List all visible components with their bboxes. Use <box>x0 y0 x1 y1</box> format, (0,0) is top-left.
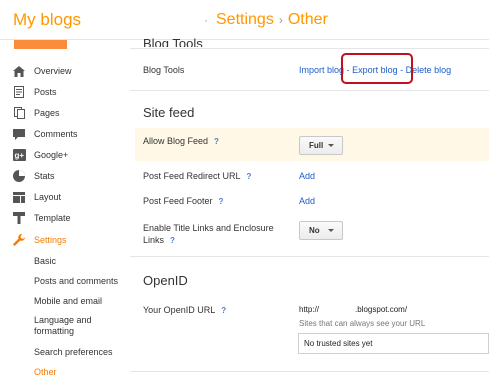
openid-url-text: Your OpenID URL <box>143 305 216 315</box>
feed-footer-add-link[interactable]: Add <box>299 196 315 206</box>
help-icon[interactable]: ? <box>170 236 175 245</box>
svg-text:g+: g+ <box>14 151 24 160</box>
divider <box>130 48 489 49</box>
feed-footer-label: Post Feed Footer? <box>143 196 223 206</box>
title-links-text-line1: Enable Title Links and Enclosure <box>143 223 274 233</box>
trusted-sites-caption: Sites that can always see your URL <box>299 319 426 328</box>
site-feed-title: Site feed <box>143 105 195 120</box>
pages-icon <box>12 107 26 119</box>
sidebar-item-comments[interactable]: Comments <box>12 125 78 143</box>
trusted-sites-list[interactable]: No trusted sites yet <box>298 333 489 354</box>
sidebar-item-label: Google+ <box>34 150 69 160</box>
settings-mobile-and-email[interactable]: Mobile and email <box>34 296 102 307</box>
allow-blog-feed-label: Allow Blog Feed? <box>143 136 219 146</box>
top-header: My blogs · Settings › Other <box>0 0 489 40</box>
title-links-text-line2: Links <box>143 235 165 245</box>
openid-url-prefix: http:// <box>299 305 320 314</box>
sidebar-item-stats[interactable]: Stats <box>12 167 55 185</box>
feed-footer-text: Post Feed Footer <box>143 196 213 206</box>
blog-tools-section-title: Blog Tools <box>143 36 203 47</box>
settings-language-and-formatting[interactable]: Language and formatting <box>34 315 114 337</box>
sidebar-item-layout[interactable]: Layout <box>12 188 61 206</box>
settings-basic[interactable]: Basic <box>34 256 56 267</box>
chevron-down-icon <box>328 229 334 232</box>
sidebar-item-label: Pages <box>34 108 60 118</box>
sidebar-item-label: Template <box>34 213 71 223</box>
settings-posts-and-comments[interactable]: Posts and comments <box>34 276 118 287</box>
sidebar-item-label: Comments <box>34 129 78 139</box>
title-links-dropdown[interactable]: No <box>299 221 343 240</box>
chevron-down-icon <box>328 144 334 147</box>
sidebar-item-pages[interactable]: Pages <box>12 104 60 122</box>
settings-search-preferences[interactable]: Search preferences <box>34 347 113 358</box>
divider <box>130 256 489 257</box>
openid-title: OpenID <box>143 273 188 288</box>
divider <box>130 371 489 372</box>
main-content: Blog Tools Blog Tools Import blog - Expo… <box>130 36 489 386</box>
new-post-button[interactable] <box>14 40 67 49</box>
breadcrumb-separator: › <box>278 13 283 27</box>
sidebar-item-template[interactable]: Template <box>12 209 71 227</box>
sidebar-item-settings[interactable]: Settings <box>12 231 67 249</box>
feed-redirect-label: Post Feed Redirect URL? <box>143 171 251 181</box>
breadcrumb-settings[interactable]: Settings <box>216 11 274 28</box>
openid-url-label: Your OpenID URL? <box>143 305 226 315</box>
sidebar-item-overview[interactable]: Overview <box>12 62 72 80</box>
google-plus-icon: g+ <box>12 149 26 161</box>
wrench-icon <box>12 234 26 246</box>
trusted-sites-empty: No trusted sites yet <box>304 339 373 348</box>
posts-icon <box>12 86 26 98</box>
stats-icon <box>12 170 26 182</box>
sidebar-item-label: Posts <box>34 87 57 97</box>
layout-icon <box>12 191 26 203</box>
sidebar-item-label: Stats <box>34 171 55 181</box>
import-blog-link[interactable]: Import blog <box>299 65 344 75</box>
title-links-label: Enable Title Links and Enclosure Links? <box>143 222 274 247</box>
sidebar-item-label: Settings <box>34 235 67 245</box>
sidebar: Overview Posts Pages Comments g+ Google+… <box>0 40 130 386</box>
feed-redirect-add-link[interactable]: Add <box>299 171 315 181</box>
sidebar-item-posts[interactable]: Posts <box>12 83 57 101</box>
breadcrumb-other: Other <box>287 11 328 28</box>
help-icon[interactable]: ? <box>247 172 252 181</box>
settings-other[interactable]: Other <box>34 367 57 378</box>
allow-blog-feed-dropdown[interactable]: Full <box>299 136 343 155</box>
my-blogs-title[interactable]: My blogs <box>13 10 81 30</box>
allow-blog-feed-text: Allow Blog Feed <box>143 136 209 146</box>
export-highlight-annotation <box>341 53 413 84</box>
breadcrumb-dot: · <box>204 13 208 27</box>
breadcrumb: · Settings › Other <box>204 11 328 29</box>
dropdown-value: No <box>309 226 320 235</box>
openid-url-suffix: .blogspot.com/ <box>355 305 408 314</box>
help-icon[interactable]: ? <box>214 137 219 146</box>
dropdown-value: Full <box>309 141 324 150</box>
sidebar-item-google-plus[interactable]: g+ Google+ <box>12 146 68 164</box>
sidebar-item-label: Layout <box>34 192 62 202</box>
feed-redirect-text: Post Feed Redirect URL <box>143 171 241 181</box>
help-icon[interactable]: ? <box>221 306 226 315</box>
divider <box>130 90 489 91</box>
blog-tools-label: Blog Tools <box>143 65 185 75</box>
template-icon <box>12 212 26 224</box>
home-icon <box>12 65 26 77</box>
sidebar-item-label: Overview <box>34 66 72 76</box>
help-icon[interactable]: ? <box>219 197 224 206</box>
comments-icon <box>12 128 26 140</box>
openid-url-value: http:// .blogspot.com/ <box>299 305 407 314</box>
